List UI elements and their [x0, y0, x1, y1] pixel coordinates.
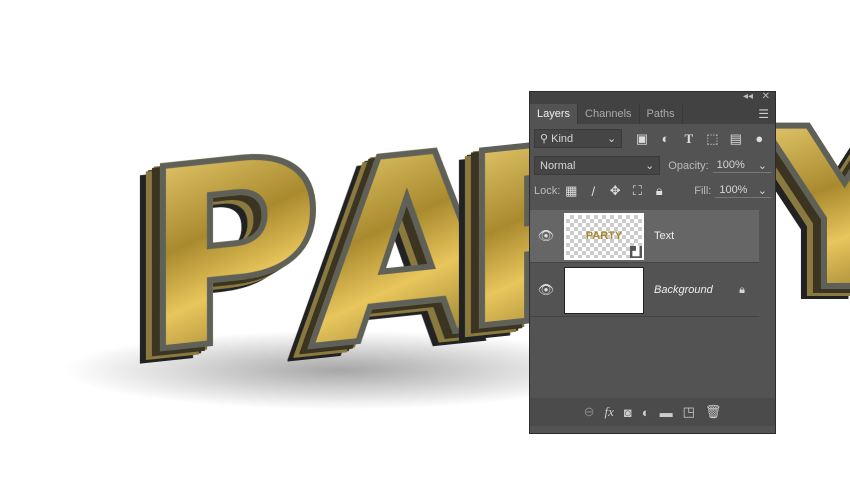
tab-channels[interactable]: Channels: [578, 104, 640, 124]
trash-icon[interactable]: 🗑︎: [705, 404, 722, 420]
lock-all-icon[interactable]: 🔒︎: [648, 183, 670, 199]
lock-transparent-icon[interactable]: ▦: [560, 183, 582, 199]
panel-footer: ⊖ fx ◙ ◐ ▬ ◳ 🗑︎: [530, 398, 775, 426]
fill-label: Fill:: [694, 185, 712, 197]
close-icon[interactable]: ✕: [762, 91, 770, 102]
chevron-down-icon: ⌄: [645, 160, 655, 172]
filter-toggle[interactable]: ●: [748, 131, 771, 146]
opacity-input[interactable]: 100% ⌄: [712, 158, 771, 173]
layers-panel: ◂◂ ✕ Layers Channels Paths ☰ ⚲ Kind ⌄ ▣ ◐…: [529, 91, 776, 434]
layer-thumbnail: [564, 266, 644, 314]
adjustment-layer-icon[interactable]: ◐: [642, 405, 650, 420]
panel-menu-icon[interactable]: ☰: [758, 107, 769, 121]
type-filter-icon[interactable]: T: [677, 131, 700, 147]
blend-mode-value: Normal: [540, 159, 576, 172]
filter-row: ⚲ Kind ⌄ ▣ ◐ T ⬚ ▤ ●: [534, 129, 771, 148]
lock-row: Lock: ▦ / ✥ ⛶ 🔒︎ Fill: 100% ⌄: [534, 183, 771, 199]
blend-row: Normal ⌄ Opacity: 100% ⌄: [534, 156, 771, 175]
opacity-value: 100%: [716, 158, 745, 171]
lock-position-move-icon[interactable]: ✥: [604, 183, 626, 199]
panel-titlebar: ◂◂ ✕: [530, 91, 775, 104]
lock-label: Lock:: [534, 185, 561, 197]
lock-icon: 🔒︎: [739, 283, 745, 296]
layer-thumbnail: PARTY ▟: [564, 212, 644, 260]
fill-input[interactable]: 100% ⌄: [715, 184, 771, 198]
layer-name[interactable]: Background: [654, 284, 713, 296]
opacity-label: Opacity:: [668, 159, 709, 172]
smart-object-icon: ▟: [630, 245, 642, 258]
visibility-eye-icon[interactable]: 👁︎: [530, 282, 562, 298]
search-icon: ⚲: [540, 133, 549, 145]
letter-y: Y: [762, 97, 850, 323]
pixel-filter-icon[interactable]: ▣: [630, 131, 653, 147]
layer-row-text[interactable]: 👁︎ PARTY ▟ Text: [530, 210, 759, 263]
layer-name[interactable]: Text: [654, 230, 674, 242]
smart-object-filter-icon[interactable]: ▤: [724, 131, 747, 147]
collapse-icon[interactable]: ◂◂: [743, 91, 753, 102]
chevron-down-icon: ⌄: [757, 185, 767, 197]
visibility-eye-icon[interactable]: 👁︎: [530, 228, 562, 244]
tab-layers[interactable]: Layers: [530, 104, 579, 124]
layer-row-background[interactable]: 👁︎ Background 🔒︎: [530, 264, 759, 317]
blend-mode-select[interactable]: Normal ⌄: [534, 156, 661, 175]
lock-paint-brush-icon[interactable]: /: [582, 184, 604, 199]
adjustment-filter-icon[interactable]: ◐: [654, 131, 677, 146]
tab-paths[interactable]: Paths: [640, 104, 683, 124]
fill-value: 100%: [719, 184, 748, 196]
filter-label: Kind: [551, 133, 574, 145]
panel-tabs: Layers Channels Paths ☰: [530, 104, 775, 124]
link-layers-icon[interactable]: ⊖: [584, 404, 595, 420]
new-layer-icon[interactable]: ◳: [683, 404, 695, 420]
lock-artboard-icon[interactable]: ⛶: [626, 183, 648, 199]
letter-p: P: [137, 96, 326, 412]
chevron-down-icon: ⌄: [607, 133, 617, 145]
new-group-folder-icon[interactable]: ▬: [660, 405, 673, 420]
add-mask-icon[interactable]: ◙: [624, 405, 632, 420]
chevron-down-icon: ⌄: [757, 159, 767, 172]
shape-filter-icon[interactable]: ⬚: [701, 131, 724, 147]
filter-kind-select[interactable]: ⚲ Kind ⌄: [534, 129, 623, 148]
thumbnail-text: PARTY: [585, 230, 623, 242]
fx-icon[interactable]: fx: [604, 404, 613, 420]
